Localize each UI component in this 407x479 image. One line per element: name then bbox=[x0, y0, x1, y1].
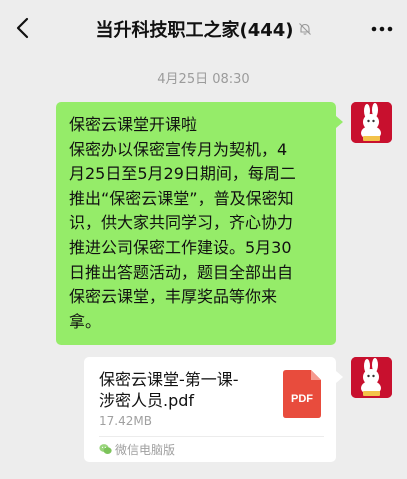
message-line: 保密云课堂开课啦 bbox=[69, 115, 198, 134]
rabbit-mascot-icon bbox=[351, 102, 392, 143]
avatar[interactable] bbox=[351, 357, 392, 398]
pdf-type-label: PDF bbox=[291, 393, 313, 405]
wechat-pc-icon bbox=[99, 444, 112, 454]
message-line: 识，供大家共同学习，齐心协力 bbox=[69, 213, 294, 233]
message-line: 拿。 bbox=[69, 311, 102, 331]
message-line: 推进公司保密工作建设。5月30 bbox=[69, 237, 292, 257]
file-name-line: 保密云课堂-第一课- bbox=[99, 370, 239, 389]
bell-muted-icon bbox=[298, 23, 311, 35]
chat-title: 当升科技职工之家(444) bbox=[95, 20, 294, 41]
chat-header: 当升科技职工之家(444) bbox=[0, 0, 407, 56]
avatar[interactable] bbox=[351, 102, 392, 143]
message-line: 日推出答题活动，题目全部出自 bbox=[69, 262, 294, 282]
message-line: 推出“保密云课堂”，普及保密知 bbox=[69, 188, 294, 208]
bubble-tail bbox=[336, 116, 343, 128]
file-source: 微信电脑版 bbox=[99, 441, 175, 458]
message-line: 保密办以保密宣传月为契机，4 bbox=[69, 139, 288, 159]
message-line: 保密云课堂，丰厚奖品等你来 bbox=[69, 287, 278, 307]
file-source-label: 微信电脑版 bbox=[115, 443, 176, 457]
file-name-line: 涉密人员.pdf bbox=[99, 391, 195, 410]
file-name: 保密云课堂-第一课- 涉密人员.pdf bbox=[99, 369, 279, 411]
file-size: 17.42MB bbox=[99, 414, 152, 428]
pdf-file-icon: PDF bbox=[283, 370, 321, 418]
chat-title-wrap: 当升科技职工之家(444) bbox=[0, 16, 407, 42]
file-message-card[interactable]: 保密云课堂-第一课- 涉密人员.pdf 17.42MB PDF 微信电脑版 bbox=[84, 357, 336, 462]
text-message-bubble[interactable]: 保密云课堂开课啦 保密办以保密宣传月为契机，4 月25日至5月29日期间，每周二… bbox=[56, 102, 336, 346]
message-line: 月25日至5月29日期间，每周二 bbox=[69, 164, 296, 184]
rabbit-mascot-icon bbox=[351, 357, 392, 398]
bubble-tail bbox=[336, 371, 343, 383]
divider bbox=[99, 436, 324, 437]
more-dots-icon[interactable] bbox=[371, 26, 393, 32]
message-timestamp: 4月25日 08:30 bbox=[157, 72, 250, 87]
